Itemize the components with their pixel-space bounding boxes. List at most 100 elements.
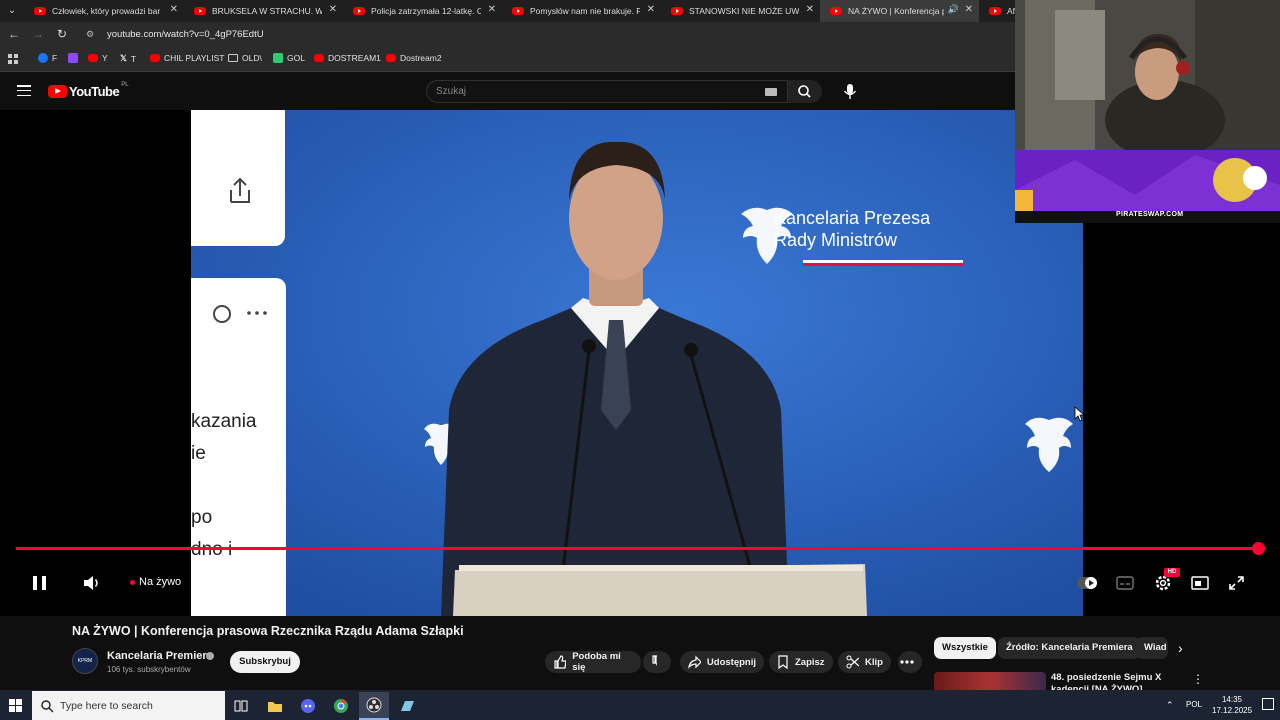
banner-artwork: [1015, 150, 1280, 211]
refresh-icon[interactable]: [213, 305, 231, 323]
bookmark-chil-playlist[interactable]: CHIL PLAYLIST: [150, 53, 224, 63]
youtube-play-logo-icon: [48, 85, 67, 98]
miniplayer-icon[interactable]: [1191, 575, 1209, 591]
chip-all[interactable]: Wszystkie: [934, 637, 996, 659]
taskbar-search-input[interactable]: [60, 699, 220, 712]
speaker-icon[interactable]: 🔊: [948, 4, 959, 15]
youtube-icon: [386, 54, 396, 62]
app-icon[interactable]: [392, 692, 422, 720]
progress-bar[interactable]: [16, 547, 1260, 550]
video-title: NA ŻYWO | Konferencja prasowa Rzecznika …: [72, 624, 464, 638]
reload-icon[interactable]: ↻: [54, 26, 70, 42]
browser-tab[interactable]: Policja zatrzymała 12-latkę. Co ✕: [343, 0, 502, 22]
file-explorer-icon[interactable]: [260, 692, 290, 720]
volume-icon[interactable]: [82, 574, 102, 592]
overlay-card-line: kazania: [191, 411, 257, 432]
bookmark-facebook[interactable]: F: [38, 53, 57, 63]
input-language[interactable]: POL: [1186, 700, 1202, 709]
overlay-card-lines: kazania ie po dno i: [191, 406, 257, 566]
bookmark-label: DOSTREAM1: [328, 53, 381, 63]
tab-search-chevron-icon[interactable]: ⌄: [4, 3, 20, 19]
clip-button[interactable]: Klip: [838, 651, 891, 673]
close-tab-icon[interactable]: ✕: [329, 4, 337, 15]
recommended-thumbnail[interactable]: [934, 672, 1046, 692]
close-tab-icon[interactable]: ✕: [488, 4, 496, 15]
youtube-wordmark: YouTube: [69, 84, 120, 99]
more-dots-icon[interactable]: [247, 311, 267, 315]
share-upload-icon[interactable]: [191, 110, 285, 246]
url-field[interactable]: ⚙ youtube.com/watch?v=0_4gP76EdtU: [82, 25, 1012, 43]
back-arrow-icon[interactable]: ←: [6, 26, 22, 42]
windows-taskbar: ⌃: [0, 690, 1280, 720]
more-actions-button[interactable]: [898, 651, 922, 673]
close-tab-icon[interactable]: ✕: [806, 4, 814, 15]
hd-badge: HD: [1164, 568, 1180, 577]
dislike-button[interactable]: [643, 651, 671, 673]
taskbar-search-box[interactable]: [32, 691, 225, 720]
tray-chevron-icon[interactable]: ⌃: [1166, 700, 1174, 711]
video-frame[interactable]: Kancelaria Prezesa Rady Ministrów kazani…: [191, 110, 1083, 616]
chip-next-chevron-icon[interactable]: ›: [1178, 640, 1183, 656]
close-tab-icon[interactable]: ✕: [170, 4, 178, 15]
bookmark-dostream1[interactable]: DOSTREAM1: [314, 53, 381, 63]
close-tab-icon[interactable]: ✕: [647, 4, 655, 15]
bookmark-youtube[interactable]: Y: [88, 53, 108, 63]
system-clock[interactable]: 14:35 17.12.2025: [1212, 694, 1252, 716]
apps-grid-icon[interactable]: [8, 54, 18, 64]
search-button[interactable]: [788, 80, 822, 103]
bookmark-label: Dostream2: [400, 53, 442, 63]
chip-source[interactable]: Źródło: Kancelaria Premiera: [998, 637, 1141, 659]
channel-name[interactable]: Kancelaria Premiera: [107, 650, 213, 662]
discord-icon[interactable]: [293, 692, 323, 720]
save-button[interactable]: Zapisz: [769, 651, 833, 673]
overlay-card-top: [191, 110, 285, 246]
subscriber-count: 106 tys. subskrybentów: [107, 665, 191, 674]
share-arrow-icon: [688, 655, 701, 669]
clock-time: 14:35: [1221, 695, 1243, 704]
browser-tab[interactable]: STANOWSKI NIE MOŻE UWIER ✕: [661, 0, 820, 22]
site-info-icon[interactable]: ⚙: [86, 29, 98, 40]
bookmark-gol[interactable]: GOL: [273, 53, 305, 63]
subscribe-button[interactable]: Subskrybuj: [230, 651, 300, 673]
youtube-logo[interactable]: YouTube PL: [48, 82, 129, 99]
share-button[interactable]: Udostępnij: [680, 651, 764, 673]
obs-icon[interactable]: [359, 692, 389, 720]
save-label: Zapisz: [795, 656, 825, 668]
fullscreen-icon[interactable]: [1228, 575, 1246, 591]
overlay-card-icons: [213, 305, 267, 323]
chrome-icon[interactable]: [326, 692, 356, 720]
banner-text: PIRATESWAP.COM: [1116, 211, 1184, 218]
windows-start-icon[interactable]: [9, 699, 22, 712]
like-button[interactable]: Podoba mi się: [545, 651, 641, 673]
hamburger-menu-icon[interactable]: [17, 85, 31, 97]
close-tab-icon[interactable]: ✕: [965, 4, 973, 15]
chip-news[interactable]: Wiad: [1136, 637, 1168, 659]
tab-title: BRUKSELA W STRACHU. WOJN: [212, 6, 322, 16]
browser-tab-active[interactable]: NA ŻYWO | Konferencja pr 🔊 ✕: [820, 0, 979, 22]
tab-title: NA ŻYWO | Konferencja pr: [848, 6, 944, 16]
progress-scrubber[interactable]: [1252, 542, 1265, 555]
live-indicator[interactable]: Na żywo: [130, 576, 181, 588]
forward-arrow-icon[interactable]: →: [30, 26, 46, 42]
browser-tab[interactable]: Afer: [979, 0, 1019, 22]
keyboard-icon[interactable]: [765, 88, 777, 96]
bookmark-x[interactable]: 𝕏 T: [120, 53, 136, 64]
subtitles-icon[interactable]: [1116, 575, 1134, 591]
voice-search-button[interactable]: [836, 80, 864, 103]
bookmark-folder-old[interactable]: OLD\: [228, 53, 262, 63]
notifications-icon[interactable]: [1262, 698, 1274, 710]
browser-tab[interactable]: Pomysłów nam nie brakuje. Po ✕: [502, 0, 661, 22]
youtube-icon: [88, 54, 98, 62]
autoplay-toggle-icon[interactable]: [1076, 573, 1100, 593]
pause-icon[interactable]: [30, 573, 50, 593]
folder-icon: [228, 54, 238, 62]
browser-tab[interactable]: BRUKSELA W STRACHU. WOJN ✕: [184, 0, 343, 22]
browser-tab[interactable]: Człowiek, który prowadzi bar m ✕: [24, 0, 184, 22]
search-input[interactable]: [427, 81, 747, 102]
recommended-more-icon[interactable]: ⋮: [1192, 672, 1204, 686]
channel-avatar[interactable]: KPRM: [72, 648, 98, 674]
tab-title: Pomysłów nam nie brakuje. Po: [530, 6, 640, 16]
bookmark-twitch[interactable]: [68, 53, 82, 63]
task-view-icon[interactable]: [226, 692, 256, 720]
bookmark-dostream2[interactable]: Dostream2: [386, 53, 442, 63]
